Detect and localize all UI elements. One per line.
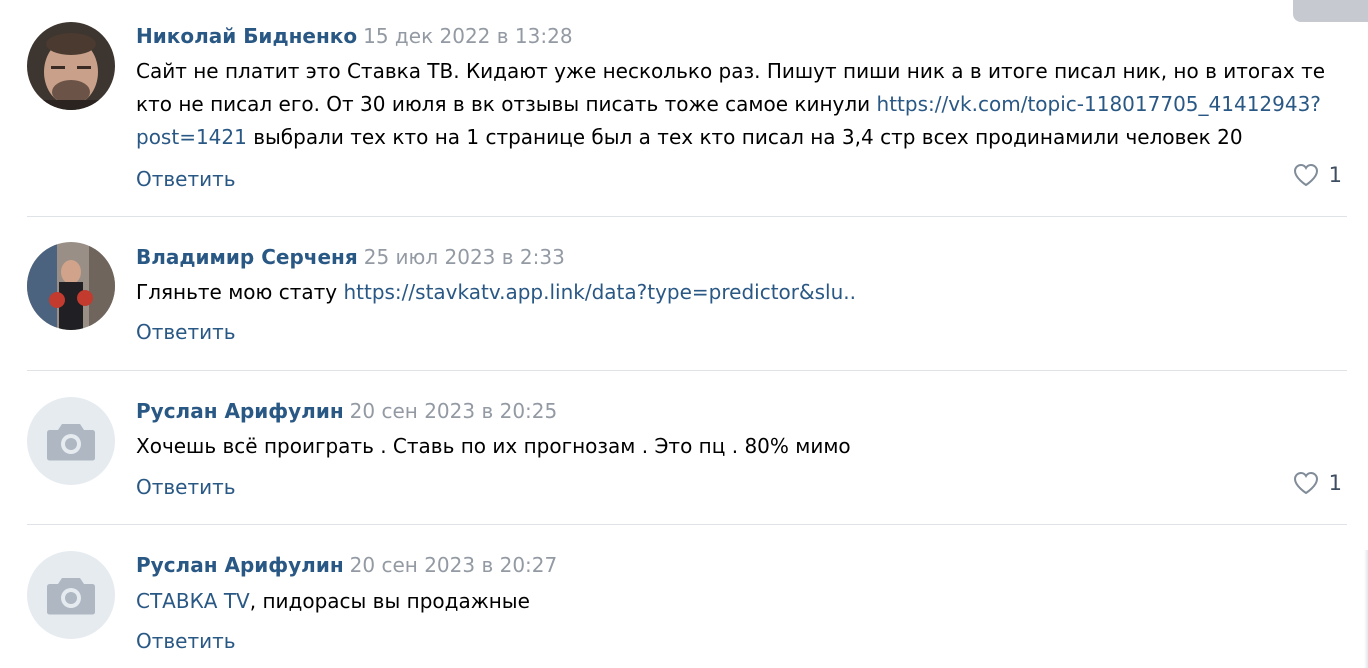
comment-text: Хочешь всё проиграть . Ставь по их прогн… xyxy=(136,434,851,458)
reply-button[interactable]: Ответить xyxy=(136,474,236,500)
mention-link[interactable]: СТАВКА TV xyxy=(136,589,250,613)
reply-button[interactable]: Ответить xyxy=(136,319,236,345)
author-name[interactable]: Владимир Серченя xyxy=(136,245,358,269)
comment-divider xyxy=(27,370,1347,371)
avatar[interactable] xyxy=(27,242,115,330)
comment-text-part: выбрали тех кто на 1 странице был а тех … xyxy=(246,125,1243,149)
reply-button[interactable]: Ответить xyxy=(136,628,236,654)
avatar[interactable] xyxy=(27,551,115,639)
like-count: 1 xyxy=(1328,163,1342,187)
comment-date[interactable]: 20 сен 2023 в 20:25 xyxy=(350,399,558,423)
like-button[interactable]: 1 xyxy=(1293,163,1342,187)
top-panel-tab[interactable] xyxy=(1293,0,1368,22)
camera-icon xyxy=(47,424,95,461)
comment-text-part: , пидорасы вы продажные xyxy=(249,589,530,613)
comment-date[interactable]: 20 сен 2023 в 20:27 xyxy=(350,553,558,577)
comment-link[interactable]: https://stavkatv.app.link/data?type=pred… xyxy=(343,280,856,304)
comment-text-part: Гляньте мою стату xyxy=(136,280,344,304)
comment-text: СТАВКА TV, пидорасы вы продажные xyxy=(136,585,1346,618)
comment-date[interactable]: 25 июл 2023 в 2:33 xyxy=(364,245,565,269)
scrollbar-edge xyxy=(1364,550,1368,668)
camera-icon xyxy=(47,578,95,615)
like-button[interactable]: 1 xyxy=(1293,471,1342,495)
avatar[interactable] xyxy=(27,397,115,485)
like-count: 1 xyxy=(1328,471,1342,495)
comment-header: Руслан Арифулин 20 сен 2023 в 20:27 xyxy=(136,552,557,578)
heart-outline-icon xyxy=(1293,471,1318,495)
author-name[interactable]: Николай Бидненко xyxy=(136,24,357,48)
comment-header: Николай Бидненко 15 дек 2022 в 13:28 xyxy=(136,23,573,49)
comment-header: Руслан Арифулин 20 сен 2023 в 20:25 xyxy=(136,398,557,424)
comment-text: Сайт не платит это Ставка ТВ. Кидают уже… xyxy=(136,55,1346,154)
avatar[interactable] xyxy=(27,22,115,110)
comments-page: Николай Бидненко 15 дек 2022 в 13:28 Сайт… xyxy=(0,0,1368,668)
reply-button[interactable]: Ответить xyxy=(136,166,236,192)
comment-divider xyxy=(27,524,1347,525)
comment-header: Владимир Серченя 25 июл 2023 в 2:33 xyxy=(136,244,565,270)
author-name[interactable]: Руслан Арифулин xyxy=(136,399,344,423)
comment-text: Гляньте мою стату https://stavkatv.app.l… xyxy=(136,276,1346,309)
author-name[interactable]: Руслан Арифулин xyxy=(136,553,344,577)
heart-outline-icon xyxy=(1293,163,1318,187)
comment-date[interactable]: 15 дек 2022 в 13:28 xyxy=(363,24,572,48)
comment-divider xyxy=(27,216,1347,217)
